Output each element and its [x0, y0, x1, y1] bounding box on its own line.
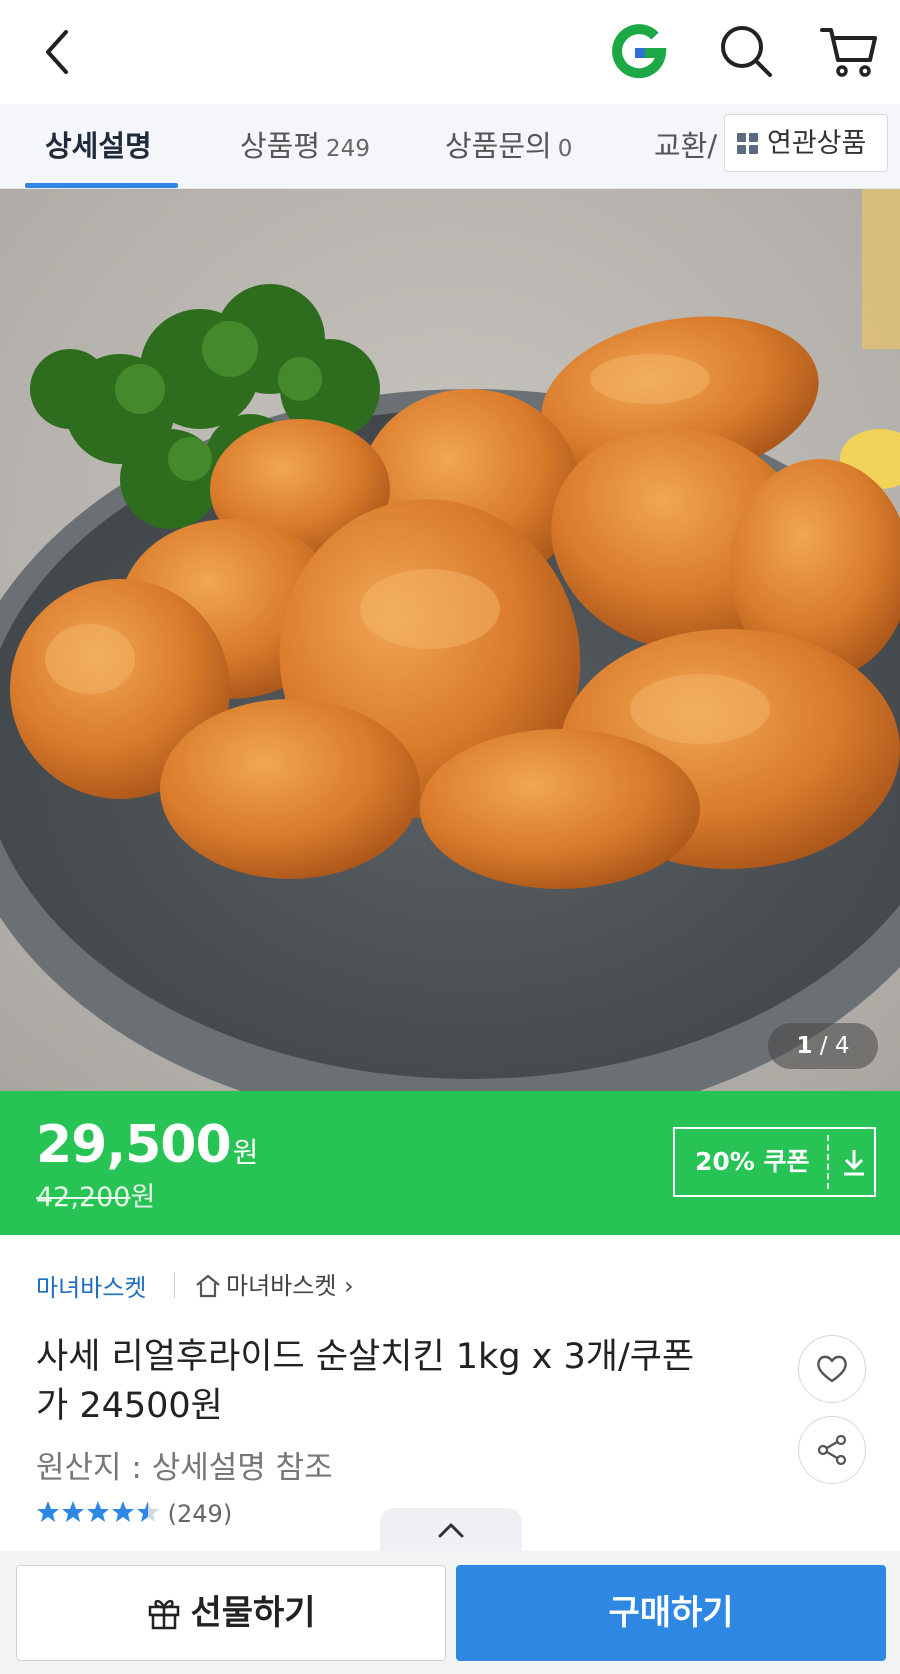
share-icon	[817, 1434, 847, 1466]
tab-exchange[interactable]: 교환/	[654, 104, 717, 188]
product-origin: 원산지 : 상세설명 참조	[36, 1450, 333, 1486]
divider	[174, 1272, 175, 1298]
share-button[interactable]	[798, 1416, 866, 1484]
grid-icon	[737, 133, 759, 155]
product-rating[interactable]: (249)	[36, 1500, 232, 1528]
currency-label: 원	[232, 1136, 259, 1169]
gmarket-logo-icon[interactable]	[608, 20, 670, 82]
coupon-label: 20% 쿠폰	[695, 1147, 810, 1176]
gift-button[interactable]: 선물하기	[16, 1565, 446, 1661]
pager-current: 1	[796, 1033, 813, 1059]
related-products-label: 연관상품	[767, 128, 867, 159]
coupon-divider	[827, 1135, 829, 1189]
gift-icon	[149, 1599, 180, 1630]
original-price: 42,200원	[36, 1175, 155, 1214]
review-count: (249)	[167, 1500, 233, 1528]
detail-tabs: 상세설명 상품평 249 상품문의 0 교환/ 연관상품	[0, 104, 900, 189]
tab-inquiries[interactable]: 상품문의 0	[445, 104, 572, 188]
fried-chicken-photo	[0, 189, 900, 1091]
pager-total: 4	[834, 1033, 850, 1059]
related-products-button[interactable]: 연관상품	[724, 114, 888, 172]
tab-label: 교환/	[654, 129, 718, 163]
product-title: 사세 리얼후라이드 순살치킨 1kg x 3개/쿠폰가 24500원	[36, 1337, 695, 1426]
expand-toggle[interactable]	[380, 1508, 522, 1552]
coupon-download-button[interactable]: 20% 쿠폰	[673, 1127, 876, 1197]
download-icon	[844, 1150, 864, 1176]
currency-label: 원	[130, 1182, 156, 1213]
sale-price-value: 29,500	[36, 1115, 232, 1175]
tab-description[interactable]: 상세설명	[45, 104, 152, 188]
tab-reviews[interactable]: 상품평 249	[240, 104, 370, 188]
chevron-up-icon	[438, 1523, 464, 1538]
search-icon[interactable]	[715, 20, 777, 82]
tab-label: 상품평	[240, 129, 321, 163]
wishlist-button[interactable]	[798, 1335, 866, 1403]
sale-price: 29,500원	[36, 1115, 259, 1175]
product-image[interactable]: 1 / 4	[0, 189, 900, 1091]
active-tab-indicator	[25, 183, 178, 188]
heart-icon	[817, 1355, 847, 1383]
home-icon	[196, 1274, 220, 1298]
tab-count: 249	[326, 136, 370, 162]
bottom-action-bar: 선물하기 구매하기	[0, 1551, 900, 1674]
buy-button[interactable]: 구매하기	[456, 1565, 886, 1661]
star-rating	[37, 1501, 159, 1522]
tab-label: 상품문의	[445, 129, 552, 163]
tab-count: 0	[557, 136, 573, 162]
price-bar: 29,500원 42,200원 20% 쿠폰	[0, 1091, 900, 1235]
gift-button-label: 선물하기	[190, 1593, 316, 1633]
store-link-label: 마녀바스켓	[226, 1272, 337, 1300]
seller-name[interactable]: 마녀바스켓	[36, 1268, 146, 1303]
back-icon[interactable]	[30, 22, 90, 82]
top-bar	[0, 0, 900, 104]
cart-icon[interactable]	[818, 20, 880, 82]
original-price-value: 42,200	[36, 1182, 131, 1213]
store-link[interactable]: 마녀바스켓 ›	[194, 1266, 354, 1301]
buy-button-label: 구매하기	[608, 1593, 734, 1633]
image-pager: 1 / 4	[768, 1023, 878, 1069]
tab-label: 상세설명	[45, 129, 152, 163]
